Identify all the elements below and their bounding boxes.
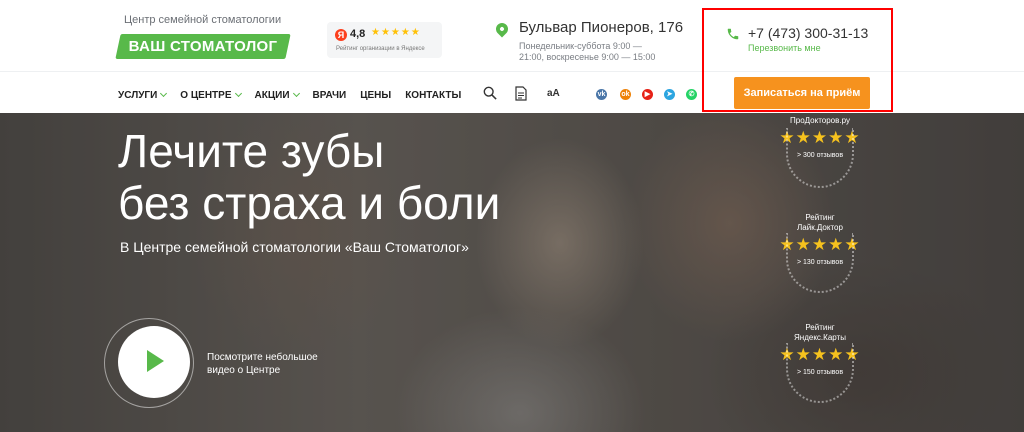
search-icon[interactable] xyxy=(483,86,497,100)
vk-icon[interactable]: vk xyxy=(596,89,607,100)
hero-headline: Лечите зубы без страха и боли xyxy=(118,125,500,229)
nav-label: О ЦЕНТРЕ xyxy=(180,89,232,101)
main-nav: УСЛУГИ О ЦЕНТРЕ АКЦИИ ВРАЧИ ЦЕНЫ КОНТАКТ… xyxy=(118,87,475,103)
nav-label: УСЛУГИ xyxy=(118,89,158,101)
award-yandex-maps[interactable]: Рейтинг Яндекс.Карты ★★★★★ > 150 отзывов xyxy=(772,323,868,403)
rating-value: 4,8 xyxy=(350,28,366,40)
award-title: Рейтинг Лайк.Доктор xyxy=(797,213,843,232)
logo[interactable]: ВАШ СТОМАТОЛОГ xyxy=(115,34,291,59)
rating-stars: ★★★★★ xyxy=(371,27,421,38)
font-size-toggle[interactable]: аА xyxy=(547,88,560,99)
nav-item-doctors[interactable]: ВРАЧИ xyxy=(313,90,347,101)
yandex-rating-widget[interactable]: Я 4,8 ★★★★★ Рейтинг организации в Яндекс… xyxy=(327,22,442,58)
address: Бульвар Пионеров, 176 xyxy=(519,19,684,36)
hero-banner: Лечите зубы без страха и боли В Центре с… xyxy=(0,113,1024,432)
nav-item-prices[interactable]: ЦЕНЫ xyxy=(360,90,391,101)
document-icon[interactable] xyxy=(515,86,527,101)
nav-item-promotions[interactable]: АКЦИИ xyxy=(254,89,300,101)
youtube-icon[interactable]: ▶ xyxy=(642,89,653,100)
chevron-down-icon xyxy=(160,89,168,98)
nav-item-about[interactable]: О ЦЕНТРЕ xyxy=(180,89,242,101)
headline-line-2: без страха и боли xyxy=(118,177,501,229)
nav-label: АКЦИИ xyxy=(254,89,290,101)
logo-subtitle: Центр семейной стоматологии xyxy=(124,14,282,26)
page: Центр семейной стоматологии ВАШ СТОМАТОЛ… xyxy=(0,0,1024,432)
award-prodoctorov[interactable]: ПроДокторов.ру ★★★★★ > 300 отзывов xyxy=(772,116,868,188)
nav-item-contacts[interactable]: КОНТАКТЫ xyxy=(405,90,461,101)
logo-text: ВАШ СТОМАТОЛОГ xyxy=(128,38,278,55)
opening-hours: Понедельник-суббота 9:00 — 21:00, воскре… xyxy=(519,41,656,62)
video-caption[interactable]: Посмотрите небольшое видео о Центре xyxy=(207,351,327,377)
rating-caption: Рейтинг организации в Яндексе xyxy=(336,46,425,52)
chevron-down-icon xyxy=(292,89,300,98)
award-like-doctor[interactable]: Рейтинг Лайк.Доктор ★★★★★ > 130 отзывов xyxy=(772,213,868,293)
chevron-down-icon xyxy=(234,89,242,98)
nav-label: КОНТАКТЫ xyxy=(405,89,462,101)
play-icon xyxy=(147,350,164,372)
nav-label: ЦЕНЫ xyxy=(360,89,392,101)
odnoklassniki-icon[interactable]: ok xyxy=(620,89,631,100)
telegram-icon[interactable]: ➤ xyxy=(664,89,675,100)
yandex-icon: Я xyxy=(335,29,347,41)
whatsapp-icon[interactable]: ✆ xyxy=(686,89,697,100)
nav-label: ВРАЧИ xyxy=(312,89,347,101)
location-pin-icon xyxy=(493,20,511,38)
award-title: Рейтинг Яндекс.Карты xyxy=(794,323,846,342)
hero-subtitle: В Центре семейной стоматологии «Ваш Стом… xyxy=(120,239,469,255)
highlight-box xyxy=(702,8,893,112)
headline-line-1: Лечите зубы xyxy=(118,125,385,177)
award-title: ПроДокторов.ру xyxy=(790,116,850,125)
site-header: Центр семейной стоматологии ВАШ СТОМАТОЛ… xyxy=(0,0,1024,113)
nav-item-services[interactable]: УСЛУГИ xyxy=(118,89,168,101)
